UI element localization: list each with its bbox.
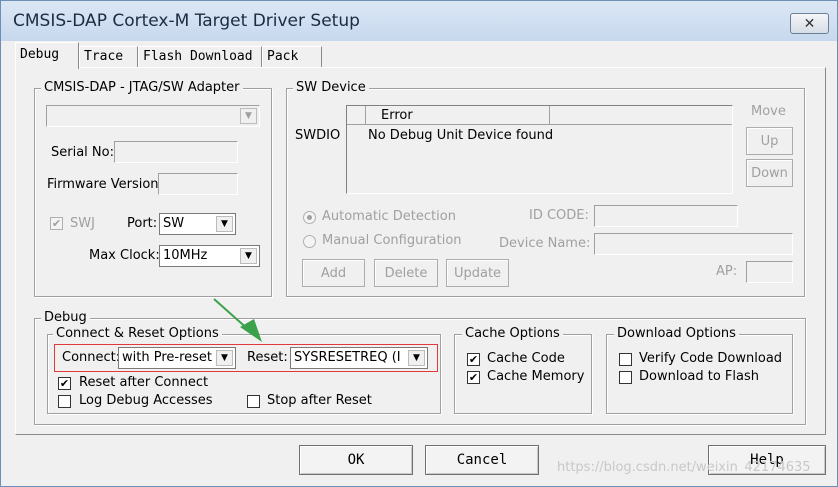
- update-button[interactable]: Update: [446, 259, 509, 287]
- download-flash-label: Download to Flash: [639, 369, 760, 384]
- chevron-down-icon: ▼: [240, 108, 257, 124]
- connect-select-value: with Pre-reset: [122, 350, 212, 365]
- reset-after-connect-checkbox[interactable]: ✔: [58, 377, 71, 390]
- dialog-window: CMSIS-DAP Cortex-M Target Driver Setup ✕…: [0, 0, 838, 487]
- download-options-label: Download Options: [614, 326, 739, 341]
- tab-trace[interactable]: Trace: [79, 46, 138, 67]
- log-debug-checkbox[interactable]: [58, 395, 71, 408]
- id-code-label: ID CODE:: [529, 208, 589, 223]
- device-name-label: Device Name:: [499, 236, 591, 251]
- device-name-field[interactable]: [594, 233, 793, 255]
- manual-config-radio[interactable]: [303, 235, 316, 248]
- adapter-select[interactable]: ▼: [46, 105, 260, 127]
- reset-after-connect-label: Reset after Connect: [79, 375, 209, 390]
- window-title: CMSIS-DAP Cortex-M Target Driver Setup: [13, 11, 360, 31]
- reset-label: Reset:: [247, 350, 288, 365]
- column-header-error[interactable]: Error: [366, 106, 550, 125]
- reset-select[interactable]: SYSRESETREQ (I ▼: [290, 347, 428, 369]
- chevron-down-icon: ▼: [216, 216, 233, 232]
- adapter-group-label: CMSIS-DAP - JTAG/SW Adapter: [41, 80, 243, 95]
- cache-code-label: Cache Code: [487, 351, 565, 366]
- stop-after-reset-checkbox[interactable]: [247, 395, 260, 408]
- sw-device-list[interactable]: Error No Debug Unit Device found: [346, 105, 733, 194]
- stop-after-reset-label: Stop after Reset: [267, 393, 372, 408]
- clock-select[interactable]: 10MHz ▼: [159, 245, 260, 267]
- watermark-text: https://blog.csdn.net/weixin_42174635: [557, 460, 811, 475]
- port-select-value: SW: [163, 216, 185, 231]
- move-down-button[interactable]: Down: [746, 159, 793, 187]
- title-bar: CMSIS-DAP Cortex-M Target Driver Setup ✕: [1, 1, 837, 41]
- column-header-2[interactable]: [550, 106, 732, 125]
- reset-select-value: SYSRESETREQ (I: [294, 350, 401, 365]
- radio-dot: [307, 215, 312, 220]
- verify-code-checkbox[interactable]: [619, 353, 632, 366]
- serial-field[interactable]: [114, 141, 238, 163]
- close-icon: ✕: [803, 15, 816, 32]
- tab-debug[interactable]: Debug: [15, 42, 79, 69]
- sw-device-group-label: SW Device: [293, 80, 369, 95]
- auto-detect-radio[interactable]: [303, 211, 316, 224]
- annotation-arrow-icon: [213, 298, 262, 342]
- delete-button[interactable]: Delete: [374, 259, 438, 287]
- verify-code-label: Verify Code Download: [639, 351, 783, 366]
- move-label: Move: [751, 104, 786, 119]
- port-select[interactable]: SW ▼: [159, 213, 236, 235]
- ap-field[interactable]: [746, 261, 793, 283]
- ap-label: AP:: [716, 264, 738, 279]
- connect-reset-label: Connect & Reset Options: [53, 326, 222, 341]
- tab-pack[interactable]: Pack: [262, 46, 322, 67]
- debug-group-label: Debug: [41, 310, 90, 325]
- download-flash-checkbox[interactable]: [619, 371, 632, 384]
- port-label: Port:: [127, 216, 158, 231]
- cache-memory-checkbox[interactable]: ✔: [467, 371, 480, 384]
- add-button[interactable]: Add: [302, 259, 365, 287]
- column-header-blank: [347, 106, 366, 125]
- chevron-down-icon: ▼: [216, 350, 233, 366]
- cancel-button[interactable]: Cancel: [425, 445, 539, 475]
- move-up-button[interactable]: Up: [746, 127, 793, 155]
- chevron-down-icon: ▼: [408, 350, 425, 366]
- firmware-label: Firmware Version:: [47, 177, 163, 192]
- close-button[interactable]: ✕: [790, 13, 829, 34]
- tab-flash-download[interactable]: Flash Download: [138, 46, 262, 67]
- manual-config-label: Manual Configuration: [322, 233, 462, 248]
- id-code-field[interactable]: [594, 205, 738, 227]
- cache-memory-label: Cache Memory: [487, 369, 585, 384]
- chevron-down-icon: ▼: [240, 248, 257, 264]
- clock-label: Max Clock:: [89, 248, 160, 263]
- connect-label: Connect:: [62, 350, 121, 365]
- cache-code-checkbox[interactable]: ✔: [467, 353, 480, 366]
- serial-label: Serial No:: [51, 145, 114, 160]
- clock-select-value: 10MHz: [163, 248, 208, 263]
- auto-detect-label: Automatic Detection: [322, 209, 456, 224]
- list-item[interactable]: No Debug Unit Device found: [368, 128, 553, 143]
- firmware-field[interactable]: [158, 173, 238, 195]
- swdio-label: SWDIO: [295, 128, 341, 143]
- swj-checkbox[interactable]: ✔: [50, 217, 63, 230]
- ok-button[interactable]: OK: [299, 445, 413, 475]
- swj-label: SWJ: [70, 216, 95, 231]
- log-debug-label: Log Debug Accesses: [79, 393, 213, 408]
- cache-options-label: Cache Options: [462, 326, 563, 341]
